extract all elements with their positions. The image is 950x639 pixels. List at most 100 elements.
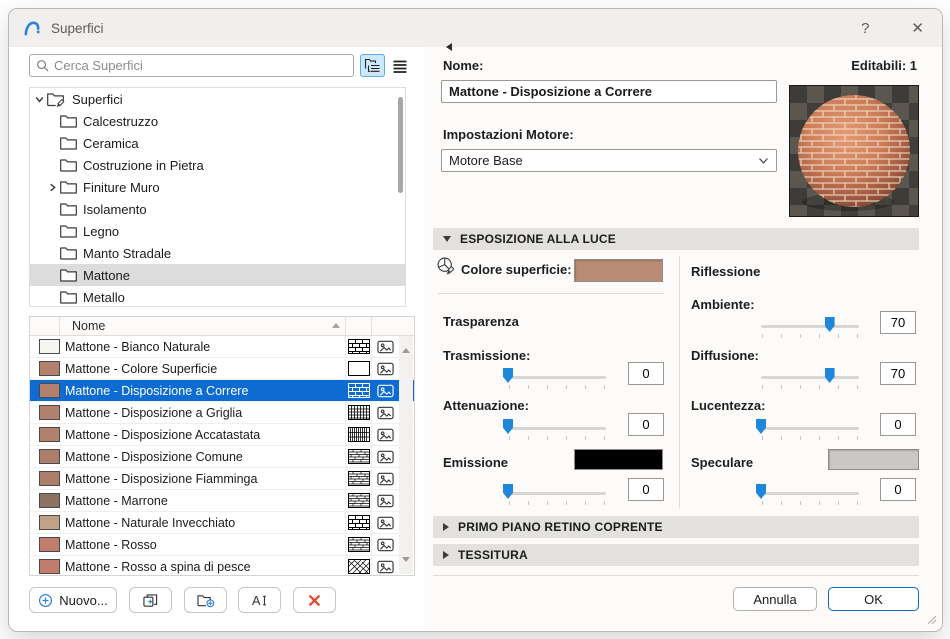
new-button[interactable]: Nuovo... <box>29 587 117 613</box>
collapse-triangle-icon <box>443 236 451 242</box>
shininess-slider[interactable] <box>756 419 859 441</box>
tree-chevron-icon[interactable] <box>47 203 59 215</box>
emission-slider[interactable] <box>503 484 606 506</box>
attenuation-slider[interactable] <box>503 419 606 441</box>
tree-item-legno[interactable]: Legno <box>30 220 405 242</box>
tree-chevron-icon[interactable] <box>34 93 46 105</box>
tree-item-mattone[interactable]: Mattone <box>30 264 405 286</box>
surface-name: Mattone - Bianco Naturale <box>65 339 211 354</box>
duplicate-button[interactable] <box>129 587 172 613</box>
ambient-value-input[interactable] <box>880 311 916 334</box>
table-row-mattone-rosso-a-spina-di-pesce[interactable]: Mattone - Rosso a spina di pesce <box>30 556 414 575</box>
section-title: ESPOSIZIONE ALLA LUCE <box>460 232 616 246</box>
fill-pattern-icon <box>347 559 370 574</box>
header-name-column[interactable]: Nome <box>60 319 345 333</box>
cancel-button[interactable]: Annulla <box>733 587 817 611</box>
slider-track[interactable] <box>761 376 859 379</box>
slider-track[interactable] <box>508 376 606 379</box>
tree-chevron-icon[interactable] <box>47 137 59 149</box>
section-foreground-fill[interactable]: PRIMO PIANO RETINO COPRENTE <box>433 516 919 538</box>
search-box[interactable] <box>29 54 354 77</box>
texture-image-icon <box>371 402 399 423</box>
tree-item-metallo[interactable]: Metallo <box>30 286 405 306</box>
table-row-mattone-bianco-naturale[interactable]: Mattone - Bianco Naturale <box>30 336 414 358</box>
fill-pattern-cell <box>345 424 371 445</box>
delete-x-icon <box>309 594 320 606</box>
surface-name-input[interactable] <box>441 80 777 103</box>
section-light-exposure[interactable]: ESPOSIZIONE ALLA LUCE <box>433 228 919 250</box>
transmission-slider[interactable] <box>503 368 606 390</box>
search-input[interactable] <box>54 58 353 73</box>
delete-button[interactable] <box>293 587 336 613</box>
list-view-toggle[interactable] <box>387 54 412 77</box>
table-row-mattone-rosso[interactable]: Mattone - Rosso <box>30 534 414 556</box>
panel-collapse-arrow-icon[interactable] <box>446 43 452 51</box>
slider-thumb[interactable] <box>824 317 835 332</box>
table-scrollbar[interactable] <box>399 336 413 574</box>
tree-chevron-icon[interactable] <box>47 115 59 127</box>
tree-chevron-icon[interactable] <box>47 159 59 171</box>
table-row-mattone-disposizione-comune[interactable]: Mattone - Disposizione Comune <box>30 446 414 468</box>
surface-table[interactable]: Nome Mattone - Bianco Naturale Mattone -… <box>29 316 415 576</box>
specular-color-swatch[interactable] <box>828 449 919 470</box>
table-row-mattone-disposizione-a-griglia[interactable]: Mattone - Disposizione a Griglia <box>30 402 414 424</box>
table-header[interactable]: Nome <box>30 317 414 336</box>
surface-tree[interactable]: Superfici Calcestruzzo Ceramica Costruzi… <box>29 87 406 307</box>
specular-slider[interactable] <box>756 484 859 506</box>
folder-icon <box>59 158 78 173</box>
tree-item-calcestruzzo[interactable]: Calcestruzzo <box>30 110 405 132</box>
reflection-title: Riflessione <box>691 264 761 279</box>
scroll-up-icon[interactable] <box>402 348 410 353</box>
diffusion-slider[interactable] <box>761 368 859 390</box>
emission-color-swatch[interactable] <box>574 449 663 470</box>
tree-item-ceramica[interactable]: Ceramica <box>30 132 405 154</box>
close-button[interactable]: ✕ <box>911 21 924 36</box>
tree-item-finiture-muro[interactable]: Finiture Muro <box>30 176 405 198</box>
scroll-down-icon[interactable] <box>402 557 410 562</box>
diffusion-label: Diffusione: <box>691 348 759 363</box>
tree-chevron-icon[interactable] <box>47 181 59 193</box>
slider-track[interactable] <box>761 492 859 495</box>
transmission-value-input[interactable] <box>628 362 664 385</box>
tree-chevron-icon[interactable] <box>47 269 59 281</box>
diffusion-value-input[interactable] <box>880 362 916 385</box>
engine-dropdown[interactable]: Motore Base <box>441 149 777 172</box>
tree-item-manto-stradale[interactable]: Manto Stradale <box>30 242 405 264</box>
attenuation-value-input[interactable] <box>628 413 664 436</box>
tree-chevron-icon[interactable] <box>47 225 59 237</box>
shininess-value-input[interactable] <box>880 413 916 436</box>
rename-button[interactable]: A <box>238 587 281 613</box>
tree-item-superfici[interactable]: Superfici <box>30 88 405 110</box>
surface-color-swatch[interactable] <box>574 259 663 282</box>
surface-name: Mattone - Colore Superficie <box>65 361 218 376</box>
tree-view-toggle[interactable] <box>360 54 385 77</box>
slider-track[interactable] <box>761 325 859 328</box>
specular-value-input[interactable] <box>880 478 916 501</box>
fill-pattern-cell <box>345 380 371 401</box>
emission-value-input[interactable] <box>628 478 664 501</box>
new-folder-button[interactable] <box>184 587 227 613</box>
slider-track[interactable] <box>508 427 606 430</box>
slider-track[interactable] <box>761 427 859 430</box>
ok-button[interactable]: OK <box>828 587 919 611</box>
table-row-mattone-disposizione-fiamminga[interactable]: Mattone - Disposizione Fiamminga <box>30 468 414 490</box>
slider-thumb[interactable] <box>824 368 835 383</box>
tree-chevron-icon[interactable] <box>47 291 59 303</box>
tree-chevron-icon[interactable] <box>47 247 59 259</box>
help-button[interactable]: ? <box>861 21 869 36</box>
tree-scrollbar[interactable] <box>398 97 403 193</box>
section-texture[interactable]: TESSITURA <box>433 544 919 566</box>
sort-ascending-icon[interactable] <box>332 323 340 328</box>
table-row-mattone-naturale-invecchiato[interactable]: Mattone - Naturale Invecchiato <box>30 512 414 534</box>
table-row-mattone-marrone[interactable]: Mattone - Marrone <box>30 490 414 512</box>
fill-pattern-cell <box>345 402 371 423</box>
table-row-mattone-disposizione-a-correre[interactable]: Mattone - Disposizione a Correre <box>30 380 414 402</box>
resize-grip[interactable] <box>927 615 937 627</box>
texture-image-icon <box>371 358 399 379</box>
tree-item-costruzione-in-pietra[interactable]: Costruzione in Pietra <box>30 154 405 176</box>
ambient-slider[interactable] <box>761 317 859 339</box>
slider-track[interactable] <box>508 492 606 495</box>
table-row-mattone-colore-superficie[interactable]: Mattone - Colore Superficie <box>30 358 414 380</box>
table-row-mattone-disposizione-accatastata[interactable]: Mattone - Disposizione Accatastata <box>30 424 414 446</box>
tree-item-isolamento[interactable]: Isolamento <box>30 198 405 220</box>
